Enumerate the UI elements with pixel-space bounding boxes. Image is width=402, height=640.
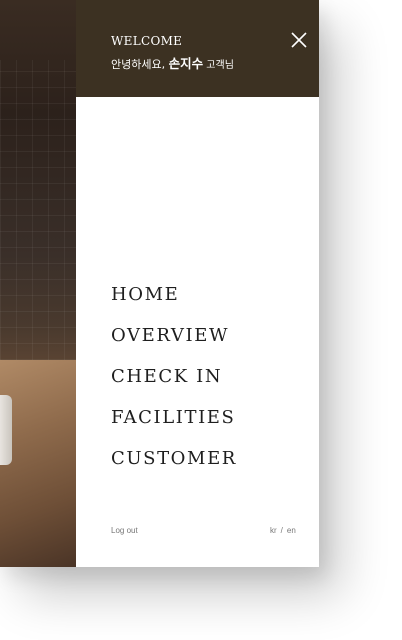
greeting-suffix: 고객님	[203, 60, 234, 71]
drawer-header: WELCOME 안녕하세요, 손지수 고객님	[76, 0, 319, 97]
user-name: 손지수	[168, 56, 204, 71]
welcome-title: WELCOME	[111, 34, 183, 48]
background-towel	[0, 395, 12, 465]
menu-item-overview[interactable]: OVERVIEW	[111, 324, 237, 365]
lang-en-link[interactable]: en	[287, 526, 296, 535]
lang-separator: /	[280, 526, 283, 535]
background-photo	[0, 0, 76, 567]
logout-link[interactable]: Log out	[111, 526, 138, 535]
background-wooden-tub	[0, 360, 76, 567]
close-button[interactable]	[290, 31, 308, 49]
menu-item-check-in[interactable]: CHECK IN	[111, 365, 237, 406]
close-icon	[291, 32, 307, 48]
app-screen: WELCOME 안녕하세요, 손지수 고객님 HOME OVERVIEW CHE…	[0, 0, 319, 567]
language-switcher: kr / en	[270, 526, 296, 535]
menu-item-customer[interactable]: CUSTOMER	[111, 447, 237, 488]
greeting-prefix: 안녕하세요,	[111, 58, 169, 71]
side-menu-drawer: WELCOME 안녕하세요, 손지수 고객님 HOME OVERVIEW CHE…	[76, 0, 319, 567]
menu-item-facilities[interactable]: FACILITIES	[111, 406, 237, 447]
main-menu: HOME OVERVIEW CHECK IN FACILITIES CUSTOM…	[111, 283, 237, 488]
background-tiles	[0, 60, 76, 360]
lang-kr-link[interactable]: kr	[270, 526, 277, 535]
menu-item-home[interactable]: HOME	[111, 283, 237, 324]
greeting-text: 안녕하세요, 손지수 고객님	[111, 53, 234, 72]
